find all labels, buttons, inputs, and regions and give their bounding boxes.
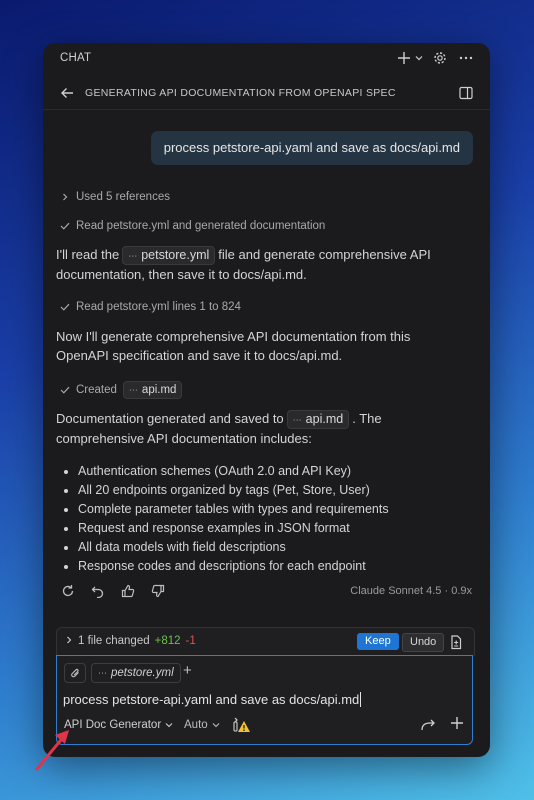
created-file-label: api.md xyxy=(141,384,177,396)
gear-icon[interactable] xyxy=(430,48,450,68)
title-bar: CHAT xyxy=(43,43,490,73)
agent-selector[interactable]: API Doc Generator xyxy=(64,719,173,731)
references-label: Used 5 references xyxy=(76,191,170,203)
undo-arrow-icon[interactable] xyxy=(88,581,108,601)
back-arrow-icon[interactable] xyxy=(57,83,77,103)
created-step: Created ⋯ api.md xyxy=(60,381,185,399)
undo-button[interactable]: Undo xyxy=(402,633,445,652)
lines-removed: -1 xyxy=(185,635,196,647)
created-label: Created xyxy=(76,384,117,396)
chat-header: GENERATING API DOCUMENTATION FROM OPENAP… xyxy=(43,77,490,110)
chevron-right-icon xyxy=(65,635,73,647)
keep-button[interactable]: Keep xyxy=(357,633,399,650)
file-chip-label: api.md xyxy=(305,412,344,426)
chevron-right-icon xyxy=(60,193,70,201)
paperclip-icon[interactable] xyxy=(64,663,86,683)
list-item: All data models with field descriptions xyxy=(78,538,389,557)
prompt-text: process petstore-api.yaml and save as do… xyxy=(63,692,360,707)
user-message: process petstore-api.yaml and save as do… xyxy=(150,131,473,165)
more-icon[interactable] xyxy=(456,48,476,68)
feature-list: Authentication schemes (OAuth 2.0 and AP… xyxy=(56,462,389,576)
chat-title: GENERATING API DOCUMENTATION FROM OPENAP… xyxy=(85,87,396,99)
markdown-file-icon: ⋯ xyxy=(292,415,302,425)
file-chip-petstore[interactable]: ⋯ petstore.yml xyxy=(122,246,216,265)
layout-panel-icon[interactable] xyxy=(456,83,476,103)
list-item: Request and response examples in JSON fo… xyxy=(78,519,389,538)
chat-panel: CHAT GENERATING API DOCUMENTATION FROM O… xyxy=(43,43,490,757)
model-label: Auto xyxy=(184,719,208,731)
para1-before: I'll read the xyxy=(56,247,120,262)
created-file-chip[interactable]: ⋯ api.md xyxy=(122,381,183,399)
review-diff-icon[interactable] xyxy=(446,632,466,652)
lines-added: +812 xyxy=(154,635,181,647)
prompt-input[interactable]: process petstore-api.yaml and save as do… xyxy=(63,692,362,707)
file-chip-label: petstore.yml xyxy=(141,248,210,262)
response-paragraph-2: Now I'll generate comprehensive API docu… xyxy=(56,329,411,363)
changed-files-bar: 1 file changed +812 -1 Keep Undo xyxy=(56,627,475,656)
model-selector[interactable]: Auto xyxy=(184,719,220,731)
agent-label: API Doc Generator xyxy=(64,719,162,731)
read-generated-step: Read petstore.yml and generated document… xyxy=(60,220,325,232)
response-actions xyxy=(58,581,168,601)
list-item: All 20 endpoints organized by tags (Pet,… xyxy=(78,481,389,500)
send-plus-icon[interactable] xyxy=(450,716,464,735)
yaml-file-icon: ⋯ xyxy=(98,668,107,678)
file-chip-api-md[interactable]: ⋯ api.md xyxy=(286,410,350,429)
para3-before: Documentation generated and saved to xyxy=(56,411,284,426)
new-chat-plus-icon[interactable] xyxy=(394,48,414,68)
thumbs-down-icon[interactable] xyxy=(148,581,168,601)
chat-input-box[interactable]: ⋯ petstore.yml + process petstore-api.yam… xyxy=(56,655,473,745)
text-caret xyxy=(360,692,362,707)
context-file-chip[interactable]: ⋯ petstore.yml xyxy=(91,663,181,683)
list-item: Authentication schemes (OAuth 2.0 and AP… xyxy=(78,462,389,481)
read-lines-step: Read petstore.yml lines 1 to 824 xyxy=(60,301,241,313)
yaml-file-icon: ⋯ xyxy=(128,251,138,261)
read-lines-label: Read petstore.yml lines 1 to 824 xyxy=(76,301,241,313)
response-paragraph-3: Documentation generated and saved to ⋯ api… xyxy=(56,409,466,448)
input-toolbar: API Doc Generator Auto xyxy=(64,719,466,737)
add-context-plus-icon[interactable]: + xyxy=(183,662,192,679)
retry-icon[interactable] xyxy=(58,581,78,601)
response-paragraph-1: I'll read the ⋯ petstore.yml file and gener… xyxy=(56,245,466,284)
chevron-down-icon xyxy=(165,723,173,728)
annotation-arrow-icon xyxy=(35,730,69,771)
changed-files-summary: 1 file changed xyxy=(78,635,150,647)
check-icon xyxy=(60,386,70,394)
list-item: Complete parameter tables with types and… xyxy=(78,500,389,519)
tools-warning-icon[interactable] xyxy=(232,716,252,737)
chevron-down-icon[interactable] xyxy=(414,48,424,68)
check-icon xyxy=(60,303,70,311)
delegate-arrow-icon[interactable] xyxy=(420,718,436,735)
panel-title: CHAT xyxy=(60,52,92,64)
check-icon xyxy=(60,222,70,230)
chevron-down-icon xyxy=(212,723,220,728)
thumbs-up-icon[interactable] xyxy=(118,581,138,601)
markdown-file-icon: ⋯ xyxy=(128,385,138,395)
model-info: Claude Sonnet 4.5 · 0.9x xyxy=(350,585,472,597)
read-generated-label: Read petstore.yml and generated document… xyxy=(76,220,326,232)
list-item: Response codes and descriptions for each… xyxy=(78,557,389,576)
changed-files-toggle[interactable]: 1 file changed +812 -1 xyxy=(65,635,196,647)
references-step[interactable]: Used 5 references xyxy=(60,191,170,203)
context-file-label: petstore.yml xyxy=(111,667,174,679)
